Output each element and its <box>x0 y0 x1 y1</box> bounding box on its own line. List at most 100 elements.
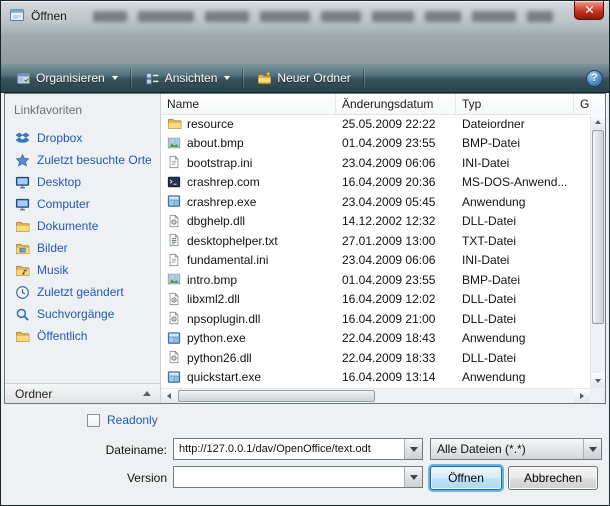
column-header[interactable]: Änderungsdatum <box>336 94 456 114</box>
file-name: bootstrap.ini <box>187 156 252 170</box>
sidebar-item-label: Suchvorgänge <box>37 307 114 321</box>
filename-input[interactable] <box>174 443 404 455</box>
file-date: 16.04.2009 21:00 <box>336 312 456 326</box>
file-type: DLL-Datei <box>456 312 574 326</box>
table-row[interactable]: python.exe 22.04.2009 18:43 Anwendung <box>161 329 590 349</box>
clock-icon <box>15 285 30 300</box>
file-name: fundamental.ini <box>187 253 268 267</box>
filetype-dropdown-button[interactable] <box>583 439 601 459</box>
file-rows: resource 25.05.2009 22:22 Dateiordner ab… <box>161 114 590 388</box>
file-name: crashrep.exe <box>187 195 256 209</box>
vertical-scroll-thumb[interactable] <box>592 130 604 324</box>
chevron-down-icon <box>589 447 597 452</box>
scroll-up-button[interactable] <box>591 114 605 129</box>
table-row[interactable]: desktophelper.txt 27.01.2009 13:00 TXT-D… <box>161 231 590 251</box>
filename-combo <box>173 438 423 460</box>
version-input[interactable] <box>174 471 404 483</box>
file-name: dbghelp.dll <box>187 214 245 228</box>
column-header[interactable]: Typ <box>456 94 574 114</box>
toolbar-button[interactable]: Organisieren <box>7 67 127 90</box>
horizontal-scrollbar[interactable] <box>161 388 590 403</box>
close-button[interactable] <box>574 1 604 20</box>
chevron-down-icon <box>224 76 230 80</box>
open-button[interactable]: Öffnen <box>430 466 502 490</box>
readonly-label[interactable]: Readonly <box>107 413 158 427</box>
sidebar-item-label: Dropbox <box>37 131 82 145</box>
toolbar-button[interactable]: Ansichten <box>136 67 240 90</box>
views-icon <box>145 71 160 86</box>
table-row[interactable]: resource 25.05.2009 22:22 Dateiordner <box>161 114 590 134</box>
scrollbar-corner <box>590 388 605 403</box>
organize-icon <box>16 71 31 86</box>
sidebar-item[interactable]: Zuletzt besuchte Orte <box>5 149 160 171</box>
filetype-select[interactable]: Alle Dateien (*.*) <box>430 438 602 460</box>
titlebar[interactable]: Öffnen <box>1 1 609 31</box>
scroll-right-button[interactable] <box>574 389 590 403</box>
file-name: crashrep.com <box>187 175 260 189</box>
file-type: INI-Datei <box>456 156 574 170</box>
vertical-scrollbar[interactable] <box>590 114 605 388</box>
help-button[interactable]: ? <box>586 70 603 87</box>
filetype-value: Alle Dateien (*.*) <box>431 442 583 456</box>
table-row[interactable]: bootstrap.ini 23.04.2009 06:06 INI-Datei <box>161 153 590 173</box>
chevron-down-icon <box>410 447 418 452</box>
toolbar-button[interactable]: Neuer Ordner <box>248 67 359 90</box>
txt-icon <box>167 233 182 248</box>
command-toolbar: Organisieren Ansichten Neuer Ordner ? <box>1 64 609 93</box>
sidebar-item-label: Zuletzt besuchte Orte <box>37 153 152 167</box>
sidebar-item[interactable]: Suchvorgänge <box>5 303 160 325</box>
column-header[interactable]: G <box>574 94 605 114</box>
sidebar-item[interactable]: Öffentlich <box>5 325 160 347</box>
table-row[interactable]: dbghelp.dll 14.12.2002 12:32 DLL-Datei <box>161 212 590 232</box>
version-dropdown-button[interactable] <box>404 467 422 487</box>
file-type: Dateiordner <box>456 117 574 131</box>
folder-icon <box>15 329 30 344</box>
horizontal-scroll-thumb[interactable] <box>178 390 375 402</box>
file-name: npsoplugin.dll <box>187 312 260 326</box>
file-date: 16.04.2009 12:02 <box>336 292 456 306</box>
sidebar-item[interactable]: Dropbox <box>5 127 160 149</box>
file-date: 14.12.2002 12:32 <box>336 214 456 228</box>
sidebar-footer-ordner[interactable]: Ordner <box>5 383 160 403</box>
file-name: libxml2.dll <box>187 292 240 306</box>
file-date: 01.04.2009 23:55 <box>336 136 456 150</box>
table-row[interactable]: libxml2.dll 16.04.2009 12:02 DLL-Datei <box>161 290 590 310</box>
file-type: INI-Datei <box>456 253 574 267</box>
filename-dropdown-button[interactable] <box>404 439 422 459</box>
monitor-icon <box>15 175 30 190</box>
file-date: 23.04.2009 06:06 <box>336 253 456 267</box>
sidebar-item[interactable]: Dokumente <box>5 215 160 237</box>
sidebar-item[interactable]: Zuletzt geändert <box>5 281 160 303</box>
table-row[interactable]: about.bmp 01.04.2009 23:55 BMP-Datei <box>161 134 590 154</box>
toolbar-button-label: Ansichten <box>165 71 218 85</box>
table-row[interactable]: intro.bmp 01.04.2009 23:55 BMP-Datei <box>161 270 590 290</box>
table-row[interactable]: crashrep.com 16.04.2009 20:36 MS-DOS-Anw… <box>161 173 590 193</box>
file-type: MS-DOS-Anwend... <box>456 175 574 189</box>
readonly-checkbox[interactable] <box>87 414 100 427</box>
toolbar-separator <box>364 69 365 87</box>
file-date: 22.04.2009 18:33 <box>336 351 456 365</box>
dll-icon <box>167 292 182 307</box>
sidebar-item-label: Zuletzt geändert <box>37 285 124 299</box>
scroll-down-button[interactable] <box>591 373 605 388</box>
file-type: DLL-Datei <box>456 214 574 228</box>
cancel-button[interactable]: Abbrechen <box>508 466 598 490</box>
folder-icon <box>167 116 182 131</box>
scroll-left-button[interactable] <box>161 389 177 403</box>
table-row[interactable]: python26.dll 22.04.2009 18:33 DLL-Datei <box>161 348 590 368</box>
sidebar-item[interactable]: Bilder <box>5 237 160 259</box>
table-row[interactable]: fundamental.ini 23.04.2009 06:06 INI-Dat… <box>161 251 590 271</box>
file-date: 23.04.2009 06:06 <box>336 156 456 170</box>
sidebar-item[interactable]: Musik <box>5 259 160 281</box>
column-header[interactable]: Name <box>161 94 336 114</box>
file-date: 25.05.2009 22:22 <box>336 117 456 131</box>
sidebar-item-label: Musik <box>37 263 68 277</box>
table-row[interactable]: quickstart.exe 16.04.2009 13:14 Anwendun… <box>161 368 590 388</box>
sidebar-item[interactable]: Computer <box>5 193 160 215</box>
bottom-panel: Readonly Dateiname: Alle Dateien (*.*) V… <box>1 404 609 505</box>
table-row[interactable]: npsoplugin.dll 16.04.2009 21:00 DLL-Date… <box>161 309 590 329</box>
table-row[interactable]: crashrep.exe 23.04.2009 05:45 Anwendung <box>161 192 590 212</box>
sidebar-item[interactable]: Desktop <box>5 171 160 193</box>
background-window-blur <box>93 11 553 22</box>
toolbar-separator <box>131 69 132 87</box>
